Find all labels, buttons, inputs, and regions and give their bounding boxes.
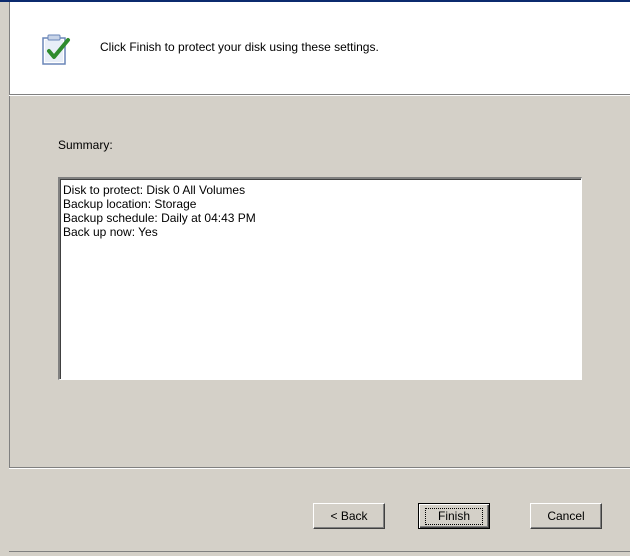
summary-line-schedule: Backup schedule: Daily at 04:43 PM: [63, 211, 256, 225]
dialog-bottom-edge: [9, 551, 630, 552]
back-button[interactable]: < Back: [313, 503, 385, 529]
backup-wizard-dialog: Click Finish to protect your disk using …: [0, 0, 630, 556]
header-divider: [9, 94, 630, 96]
summary-line-location: Backup location: Storage: [63, 197, 197, 211]
cancel-button[interactable]: Cancel: [530, 503, 602, 529]
body-left-edge: [9, 96, 10, 468]
finish-button-label: Finish: [424, 507, 483, 525]
wizard-header: Click Finish to protect your disk using …: [9, 2, 630, 94]
summary-line-disk: Disk to protect: Disk 0 All Volumes: [63, 183, 246, 197]
summary-line-backup-now: Back up now: Yes: [63, 225, 158, 239]
header-instruction: Click Finish to protect your disk using …: [100, 40, 379, 54]
finish-button[interactable]: Finish: [418, 503, 490, 529]
summary-textbox[interactable]: Disk to protect: Disk 0 All Volumes Back…: [58, 177, 582, 380]
footer-divider: [9, 467, 630, 469]
summary-label: Summary:: [58, 138, 113, 152]
checklist-icon: [40, 32, 72, 66]
